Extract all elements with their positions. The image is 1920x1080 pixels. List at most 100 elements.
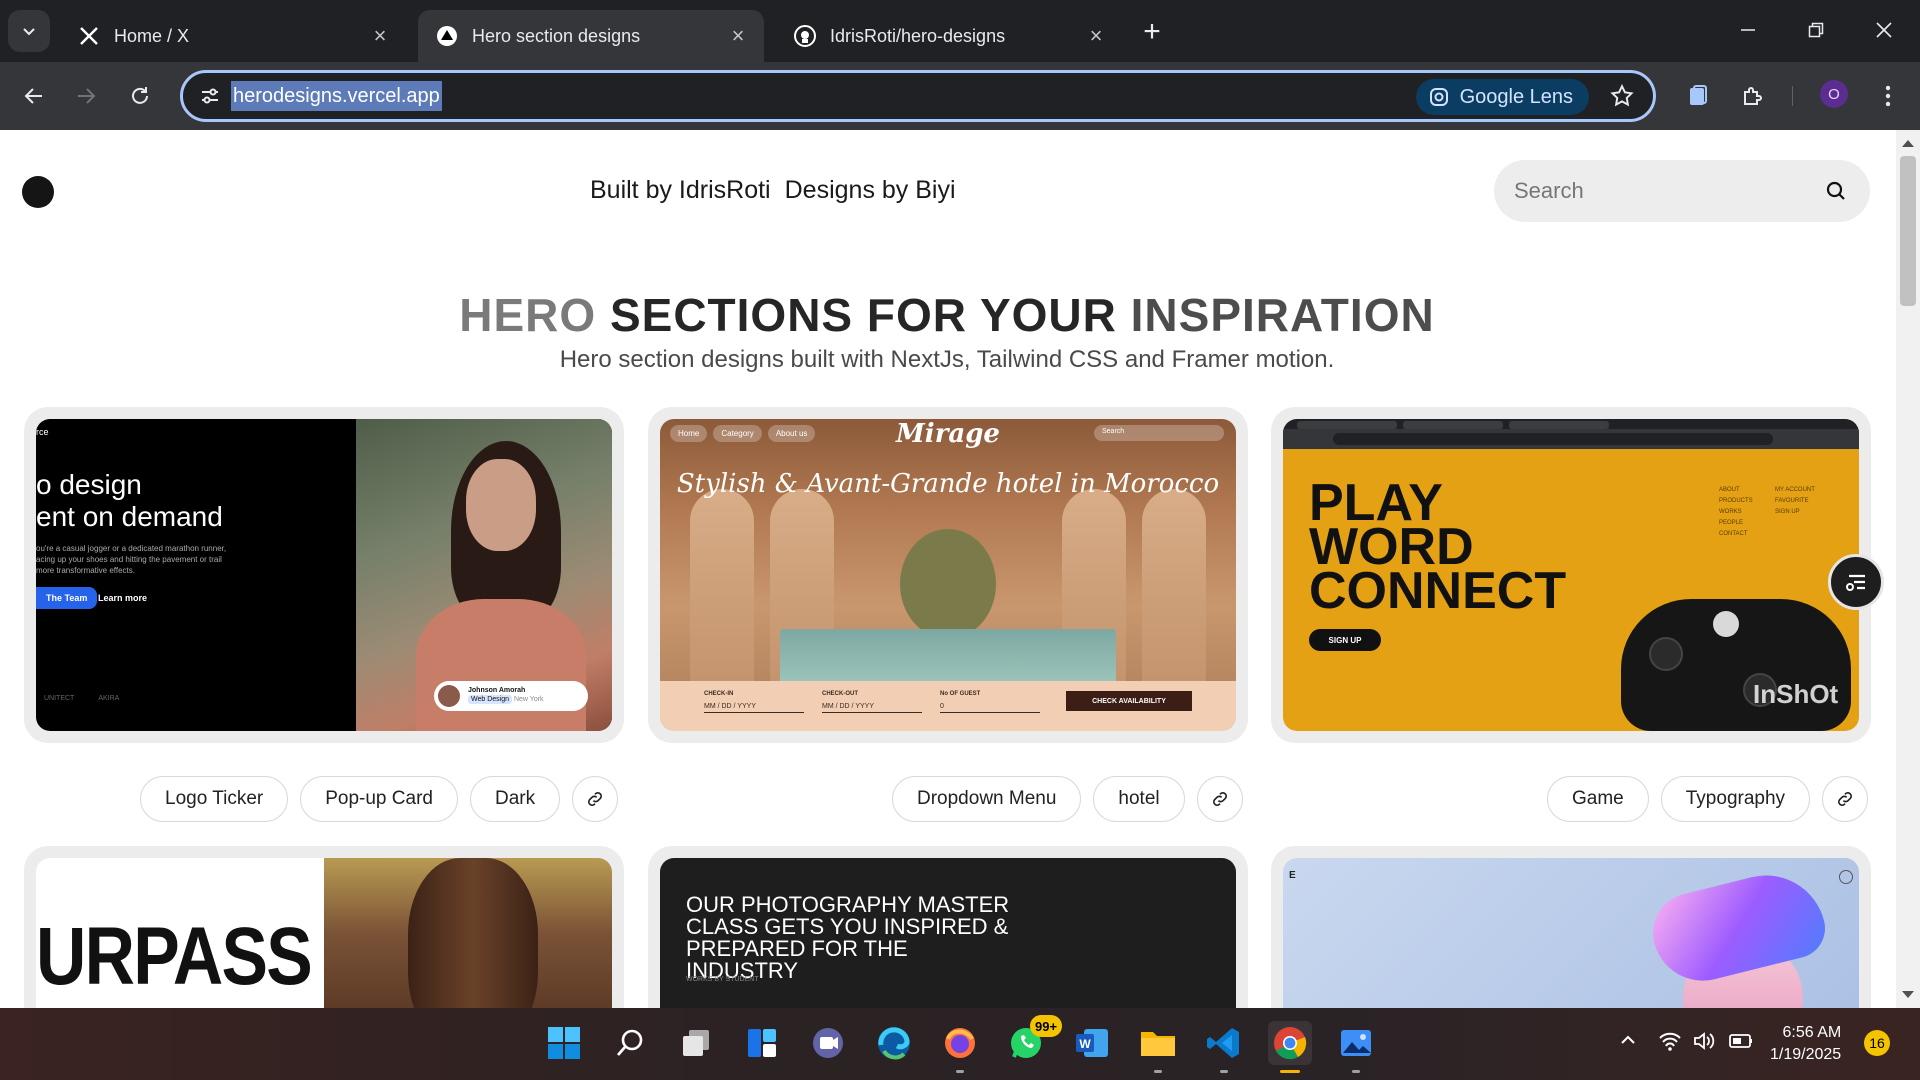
tag[interactable]: Dark <box>469 776 561 822</box>
minimize-button[interactable] <box>1714 0 1782 60</box>
scroll-thumb[interactable] <box>1900 156 1916 306</box>
active-indicator <box>1280 1070 1300 1073</box>
card-3-tags: Game Typography <box>1547 776 1869 822</box>
search-taskbar-button[interactable] <box>608 1021 652 1065</box>
site-logo[interactable] <box>22 176 54 208</box>
hero-card-2[interactable]: Home Category About us Mirage Search Styli… <box>648 407 1248 743</box>
search-input[interactable] <box>1494 178 1824 204</box>
wifi-status[interactable] <box>1658 1030 1682 1057</box>
built-by-link[interactable]: Built by IdrisRoti <box>590 176 771 205</box>
file-explorer-app[interactable] <box>1136 1021 1180 1073</box>
close-window-button[interactable] <box>1850 0 1918 60</box>
scroll-up-arrow[interactable] <box>1902 140 1914 147</box>
hero-card-3[interactable]: PLAY WORD CONNECT SIGN UP ABOUT PRODUCTS W… <box>1271 407 1871 743</box>
page-scrollbar[interactable] <box>1896 130 1920 1008</box>
thumb-menu-left: ABOUT PRODUCTS WORKS PEOPLE CONTACT <box>1719 487 1753 537</box>
google-lens-label: Google Lens <box>1459 85 1573 108</box>
card-thumbnail[interactable]: URPASS <box>36 858 612 1008</box>
link-icon[interactable] <box>1822 776 1869 822</box>
hero-card-5[interactable]: OUR PHOTOGRAPHY MASTER CLASS GETS YOU IN… <box>648 846 1248 1008</box>
vscode-icon <box>1207 1028 1239 1058</box>
search-icon[interactable] <box>1824 179 1848 203</box>
thumb-watermark: InShOt <box>1753 679 1839 709</box>
thumb-signup: SIGN UP <box>1309 629 1381 651</box>
forward-button[interactable] <box>66 76 106 116</box>
tab-github[interactable]: IdrisRoti/hero-designs × <box>776 10 1122 62</box>
windows-taskbar: 99+ W 6:56 AM 1/19/2025 16 <box>0 1008 1920 1080</box>
thumb-secondary-button: Learn more <box>98 593 148 603</box>
notification-count-badge[interactable]: 16 <box>1864 1030 1890 1056</box>
hero-card-1[interactable]: rce o design ent on demand ou're a casua… <box>24 407 624 743</box>
url-text[interactable]: herodesigns.vercel.app <box>231 81 442 111</box>
close-tab-icon[interactable]: × <box>1082 22 1110 50</box>
thumb-primary-button: The Team <box>36 587 98 609</box>
close-tab-icon[interactable]: × <box>366 22 394 50</box>
widgets-button[interactable] <box>740 1021 784 1065</box>
tab-home-x[interactable]: Home / X × <box>60 10 406 62</box>
card-1-tags: Logo Ticker Pop-up Card Dark <box>140 776 619 822</box>
speaker-icon <box>1694 1032 1715 1050</box>
edge-app[interactable] <box>872 1021 916 1065</box>
teams-app[interactable] <box>806 1021 850 1065</box>
volume-status[interactable] <box>1692 1030 1716 1057</box>
tag[interactable]: hotel <box>1093 776 1185 822</box>
task-view-icon <box>683 1030 709 1056</box>
tag[interactable]: Pop-up Card <box>300 776 458 822</box>
site-info-icon[interactable] <box>193 79 227 113</box>
thumb-headline: URPASS <box>36 911 313 1002</box>
folder-icon <box>1141 1032 1175 1056</box>
scroll-down-arrow[interactable] <box>1902 991 1914 998</box>
card-thumbnail[interactable]: PLAY WORD CONNECT SIGN UP ABOUT PRODUCTS W… <box>1283 419 1859 731</box>
reading-list-icon[interactable] <box>1682 80 1714 112</box>
card-thumbnail[interactable]: rce o design ent on demand ou're a casua… <box>36 419 612 731</box>
chrome-app[interactable] <box>1268 1021 1312 1073</box>
tab-hero-section-designs[interactable]: Hero section designs × <box>418 10 764 62</box>
system-clock[interactable]: 6:56 AM 1/19/2025 <box>1770 1022 1841 1066</box>
profile-avatar[interactable]: O <box>1820 80 1848 108</box>
link-icon[interactable] <box>572 776 619 822</box>
tab-search-button[interactable] <box>8 10 50 52</box>
restore-button[interactable] <box>1782 0 1850 60</box>
thumb-pool <box>780 629 1116 689</box>
whatsapp-app[interactable]: 99+ <box>1004 1015 1063 1065</box>
link-icon[interactable] <box>1196 776 1243 822</box>
thumb-booking-bar: CHECK-IN MM / DD / YYYY CHECK-OUT MM / D… <box>660 681 1236 731</box>
google-lens-button[interactable]: Google Lens <box>1415 79 1589 115</box>
word-app[interactable]: W <box>1070 1021 1114 1065</box>
photos-app[interactable] <box>1334 1021 1378 1073</box>
start-button[interactable] <box>542 1021 586 1065</box>
vscode-app[interactable] <box>1202 1021 1246 1073</box>
bookmark-star-icon[interactable] <box>1609 83 1635 114</box>
teams-icon <box>813 1028 843 1058</box>
card-thumbnail[interactable]: E <box>1283 858 1859 1008</box>
extensions-puzzle-icon[interactable] <box>1736 80 1768 112</box>
back-button[interactable] <box>14 76 54 116</box>
address-bar[interactable]: herodesigns.vercel.app Google Lens <box>180 70 1656 122</box>
close-tab-icon[interactable]: × <box>724 22 752 50</box>
more-menu-icon[interactable] <box>1872 80 1904 112</box>
filter-menu-button[interactable] <box>1828 554 1884 610</box>
new-tab-button[interactable]: + <box>1134 14 1170 50</box>
thumb-settings-icon <box>1839 870 1853 884</box>
tag[interactable]: Typography <box>1660 776 1811 822</box>
show-hidden-icons-button[interactable] <box>1618 1030 1638 1055</box>
reload-button[interactable] <box>120 76 160 116</box>
running-indicator <box>1220 1070 1228 1073</box>
hero-card-4[interactable]: URPASS <box>24 846 624 1008</box>
designs-by-link[interactable]: Designs by Biyi <box>785 176 956 205</box>
clock-time: 6:56 AM <box>1782 1024 1842 1041</box>
hero-card-6[interactable]: E <box>1271 846 1871 1008</box>
thumb-brands: UNITECT AKIRA <box>44 695 120 702</box>
battery-status[interactable] <box>1728 1030 1754 1057</box>
card-thumbnail[interactable]: OUR PHOTOGRAPHY MASTER CLASS GETS YOU IN… <box>660 858 1236 1008</box>
running-indicator <box>1154 1070 1162 1073</box>
thumb-menu-right: MY ACCOUNT FAVOURITE SIGN UP <box>1775 487 1815 515</box>
tag[interactable]: Dropdown Menu <box>892 776 1082 822</box>
tab-title: IdrisRoti/hero-designs <box>830 25 1006 46</box>
task-view-button[interactable] <box>674 1021 718 1065</box>
tag[interactable]: Logo Ticker <box>140 776 289 822</box>
firefox-app[interactable] <box>938 1021 982 1073</box>
tag[interactable]: Game <box>1547 776 1649 822</box>
card-thumbnail[interactable]: Home Category About us Mirage Search Styli… <box>660 419 1236 731</box>
thumb-title: PLAY WORD CONNECT <box>1309 474 1567 620</box>
